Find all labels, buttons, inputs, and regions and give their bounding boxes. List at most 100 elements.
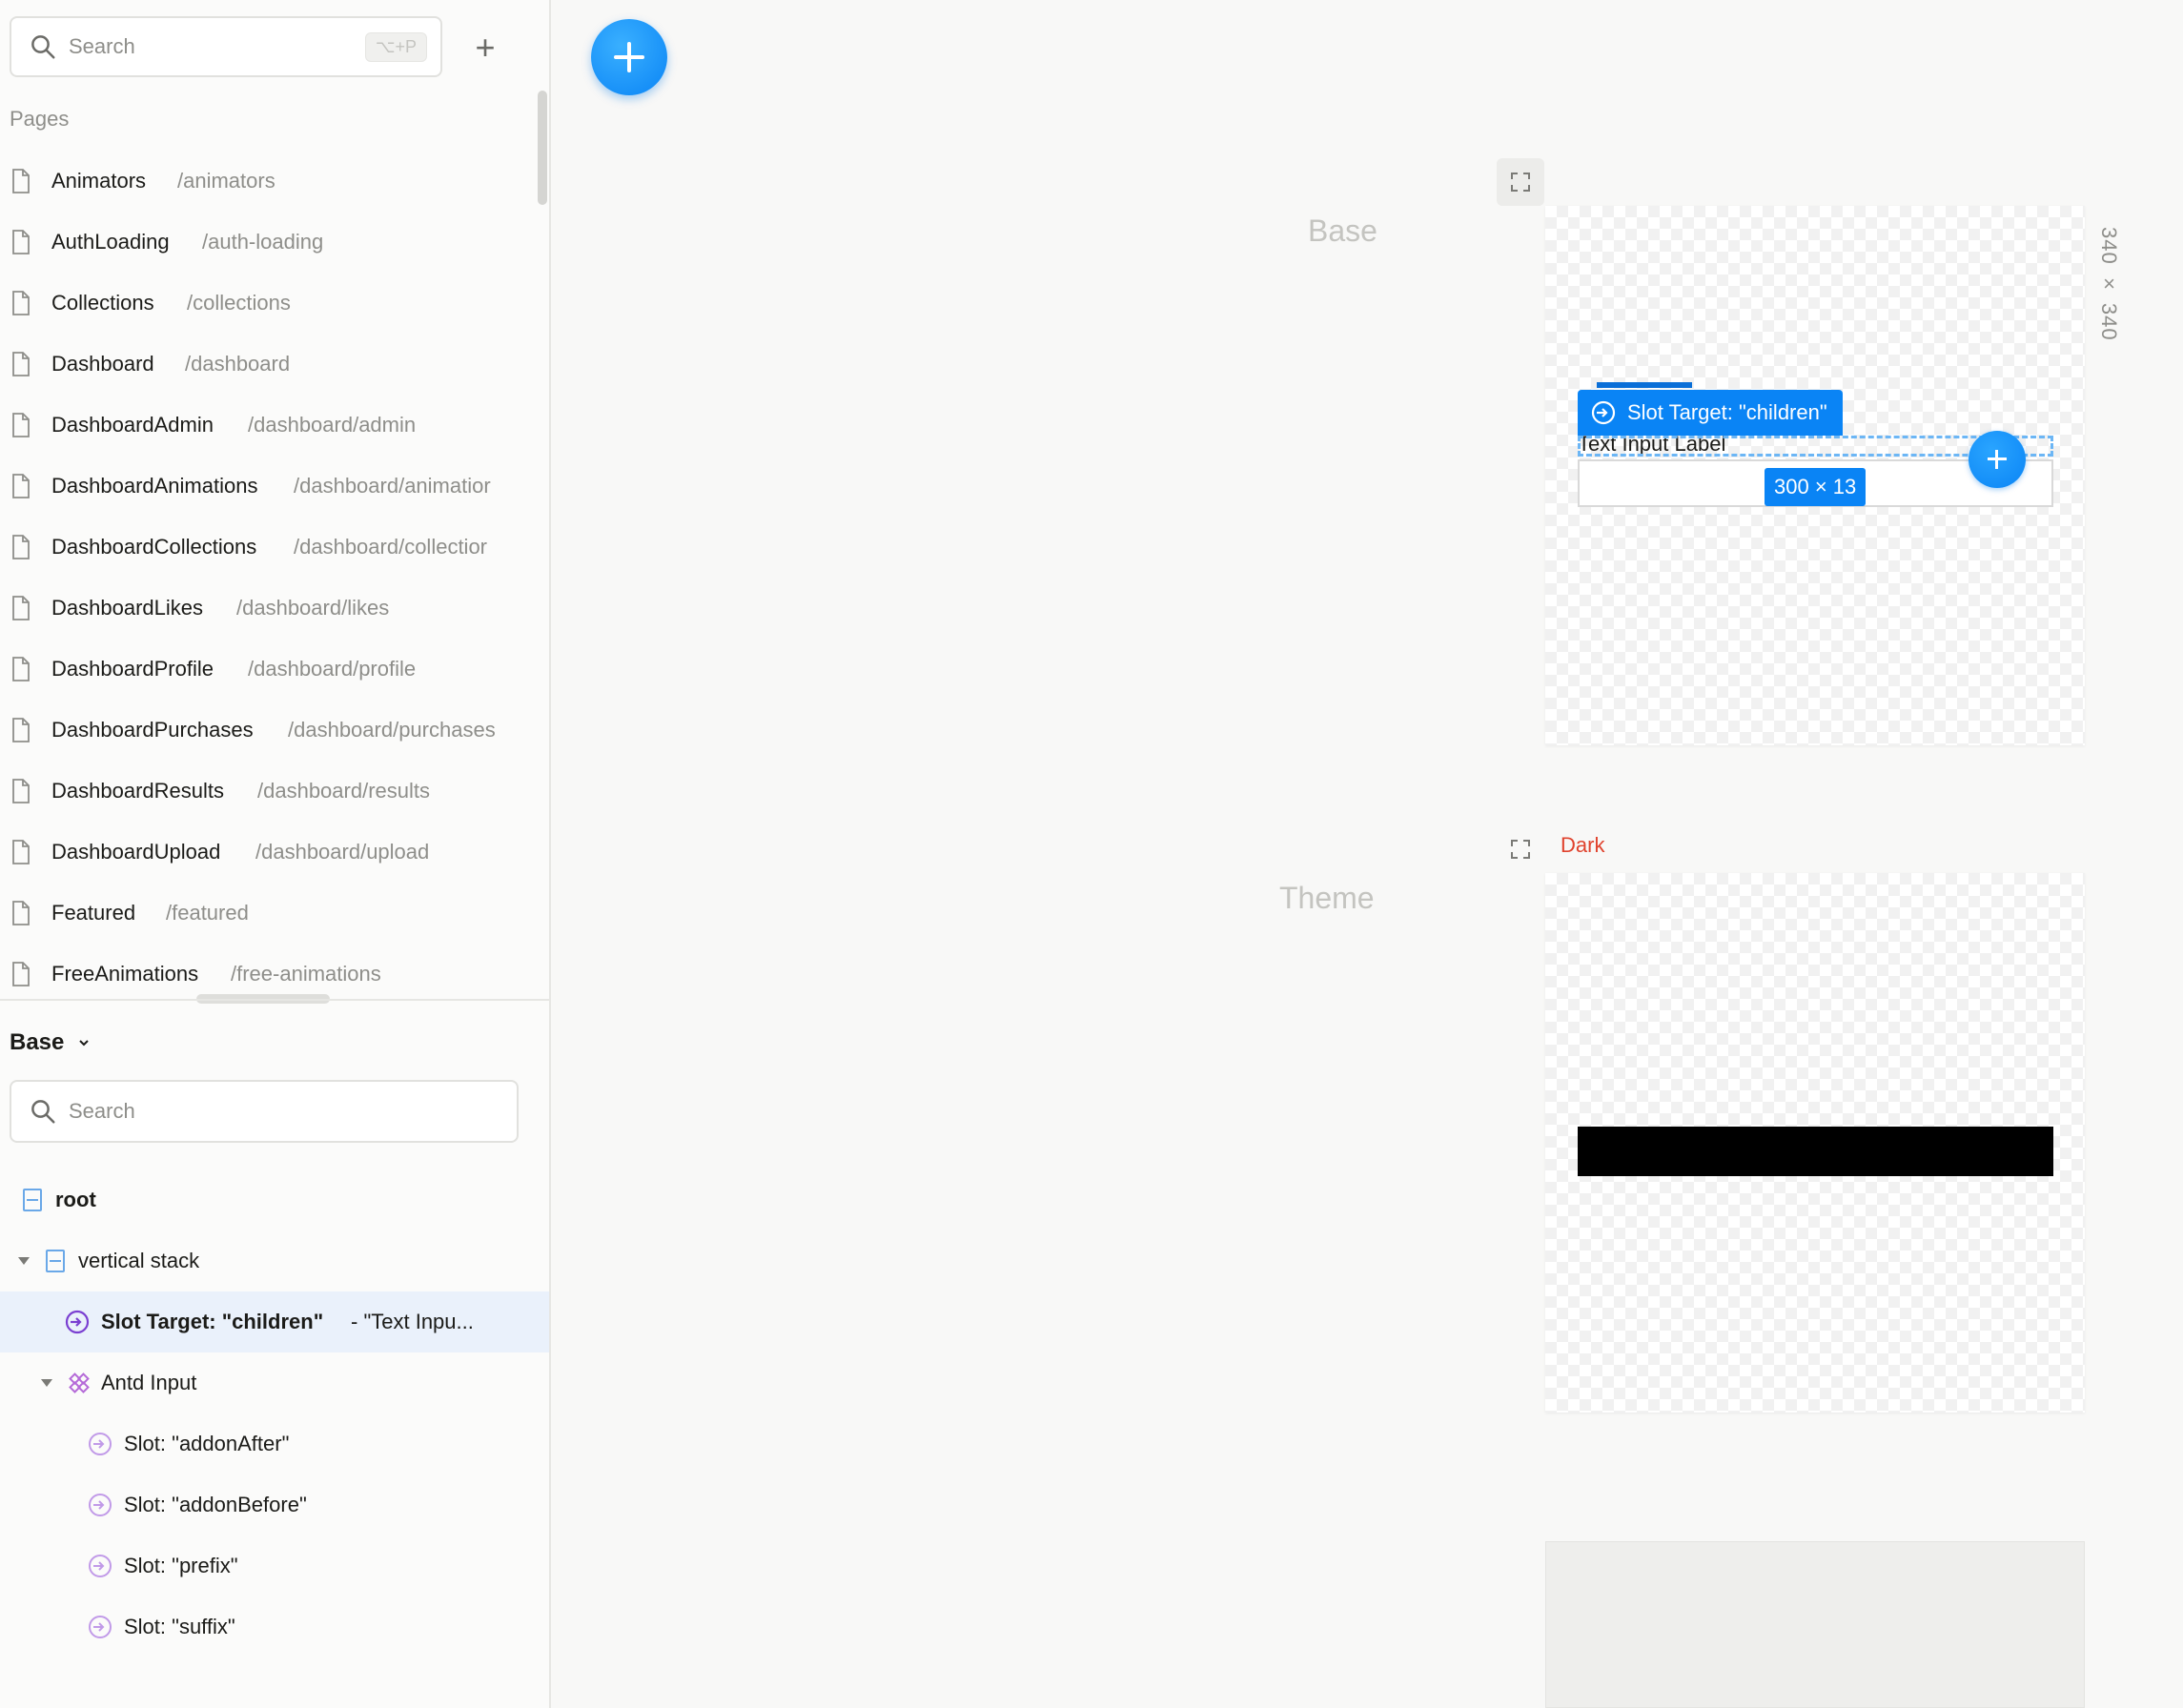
slot-icon: [89, 1555, 112, 1577]
search-icon: [31, 1100, 55, 1124]
tree-search-input[interactable]: Search: [10, 1080, 519, 1143]
fullscreen-icon: [1511, 840, 1530, 859]
page-icon: [12, 657, 30, 681]
page-path: /dashboard/upload: [255, 840, 430, 864]
caret-down-icon[interactable]: [17, 1256, 31, 1266]
page-row[interactable]: DashboardResults/dashboard/results: [0, 761, 549, 822]
tree-label: Slot: "addonBefore": [124, 1493, 307, 1516]
page-row[interactable]: Dashboard/dashboard: [0, 334, 549, 395]
page-row[interactable]: AuthLoading/auth-loading: [0, 212, 549, 273]
page-name: Dashboard: [51, 352, 154, 376]
page-path: /dashboard/results: [257, 779, 430, 803]
add-element-button[interactable]: [1969, 431, 2026, 488]
variant-selector-label: Base: [10, 1029, 65, 1055]
tree-label: Slot: "prefix": [124, 1554, 238, 1577]
caret-down-icon[interactable]: [40, 1378, 53, 1388]
page-path: /featured: [166, 901, 249, 925]
tree-label: Slot Target: "children": [101, 1310, 324, 1333]
page-name: DashboardPurchases: [51, 718, 254, 742]
page-path: /auth-loading: [202, 230, 324, 254]
dark-variant-label[interactable]: Dark: [1561, 833, 1604, 858]
page-path: /dashboard/purchases: [288, 718, 496, 742]
page-path: /free-animations: [231, 962, 381, 986]
tree-row-slot[interactable]: Slot: "suffix": [0, 1596, 549, 1657]
frame-icon: [23, 1189, 42, 1211]
page-icon: [12, 291, 30, 315]
page-row[interactable]: DashboardPurchases/dashboard/purchases: [0, 700, 549, 761]
page-path: /dashboard/animatior: [294, 474, 491, 498]
page-path: /dashboard/profile: [248, 657, 417, 681]
page-icon: [12, 535, 30, 559]
slot-icon: [89, 1616, 112, 1638]
add-page-button[interactable]: +: [471, 29, 500, 67]
plus-icon-stroke: [1995, 450, 1998, 469]
fullscreen-icon: [1511, 173, 1530, 192]
slot-icon: [89, 1494, 112, 1516]
slot-target-icon: [65, 1310, 90, 1334]
page-name: DashboardAdmin: [51, 413, 214, 437]
page-name: DashboardAnimations: [51, 474, 258, 498]
selection-indicator: [1597, 382, 1692, 388]
page-name: DashboardCollections: [51, 535, 257, 559]
slot-target-badge[interactable]: Slot Target: "children": [1578, 390, 1843, 436]
expand-frame-button[interactable]: [1497, 158, 1544, 206]
page-path: /dashboard: [185, 352, 291, 376]
page-name: DashboardUpload: [51, 840, 221, 864]
tree-label: Slot: "suffix": [124, 1615, 235, 1638]
page-icon: [12, 596, 30, 620]
base-variant-label: Base: [1308, 214, 1377, 248]
theme-variant-label: Theme: [1279, 881, 1375, 915]
page-row[interactable]: DashboardUpload/dashboard/upload: [0, 822, 549, 883]
tree-row-root[interactable]: root: [0, 1169, 549, 1230]
left-panel: Search ⌥+P + Pages Animators/animators Au…: [0, 0, 551, 1708]
component-icon: [69, 1372, 90, 1393]
page-path: /dashboard/admin: [248, 413, 417, 437]
page-icon: [12, 779, 30, 803]
variant-selector[interactable]: Base: [10, 1029, 91, 1056]
tree-row-antd-input[interactable]: Antd Input: [0, 1352, 549, 1413]
page-row[interactable]: DashboardLikes/dashboard/likes: [0, 578, 549, 639]
page-row[interactable]: Featured/featured: [0, 883, 549, 944]
dark-text-input-preview[interactable]: [1578, 1127, 2053, 1176]
page-row[interactable]: DashboardAnimations/dashboard/animatior: [0, 456, 549, 517]
page-row[interactable]: Collections/collections: [0, 273, 549, 334]
slot-target-badge-label: Slot Target: "children": [1627, 400, 1827, 424]
page-row[interactable]: DashboardProfile/dashboard/profile: [0, 639, 549, 700]
pages-section-label: Pages: [10, 107, 70, 131]
tree-row-slot[interactable]: Slot: "addonAfter": [0, 1413, 549, 1474]
plus-icon-stroke: [627, 42, 631, 72]
tree-search-placeholder: Search: [69, 1099, 135, 1123]
slot-target-icon: [1591, 400, 1616, 425]
page-name: DashboardResults: [51, 779, 224, 803]
page-path: /collections: [187, 291, 291, 315]
page-name: DashboardLikes: [51, 596, 203, 620]
tree-row-vertical-stack[interactable]: vertical stack: [0, 1230, 549, 1291]
dimension-badge: 300 × 13: [1765, 468, 1867, 506]
page-search-input[interactable]: Search ⌥+P: [10, 16, 442, 77]
page-icon: [12, 169, 30, 193]
tree-row-slot[interactable]: Slot: "addonBefore": [0, 1474, 549, 1535]
tree-label-suffix: - "Text Inpu...: [351, 1310, 474, 1333]
page-row[interactable]: Animators/animators: [0, 151, 549, 212]
frame-size-label: 340 × 340: [2097, 227, 2121, 341]
frame-icon: [46, 1250, 65, 1272]
page-name: AuthLoading: [51, 230, 170, 254]
page-name: FreeAnimations: [51, 962, 199, 986]
page-row[interactable]: DashboardCollections/dashboard/collectio…: [0, 517, 549, 578]
pages-list: Animators/animators AuthLoading/auth-load…: [0, 151, 549, 1005]
tree-label: root: [55, 1188, 96, 1211]
page-path: /dashboard/likes: [236, 596, 390, 620]
page-icon: [12, 840, 30, 864]
search-icon: [31, 35, 55, 59]
page-icon: [12, 352, 30, 376]
next-artboard[interactable]: [1545, 1541, 2085, 1708]
page-name: Animators: [51, 169, 147, 193]
tree-row-slot-target[interactable]: Slot Target: "children" - "Text Inpu...: [0, 1291, 549, 1352]
insert-button[interactable]: [591, 19, 667, 95]
tree-label: Slot: "addonAfter": [124, 1432, 290, 1455]
page-row[interactable]: DashboardAdmin/dashboard/admin: [0, 395, 549, 456]
expand-frame-button[interactable]: [1497, 825, 1544, 873]
page-name: Featured: [51, 901, 136, 925]
page-icon: [12, 718, 30, 742]
tree-row-slot[interactable]: Slot: "prefix": [0, 1535, 549, 1596]
